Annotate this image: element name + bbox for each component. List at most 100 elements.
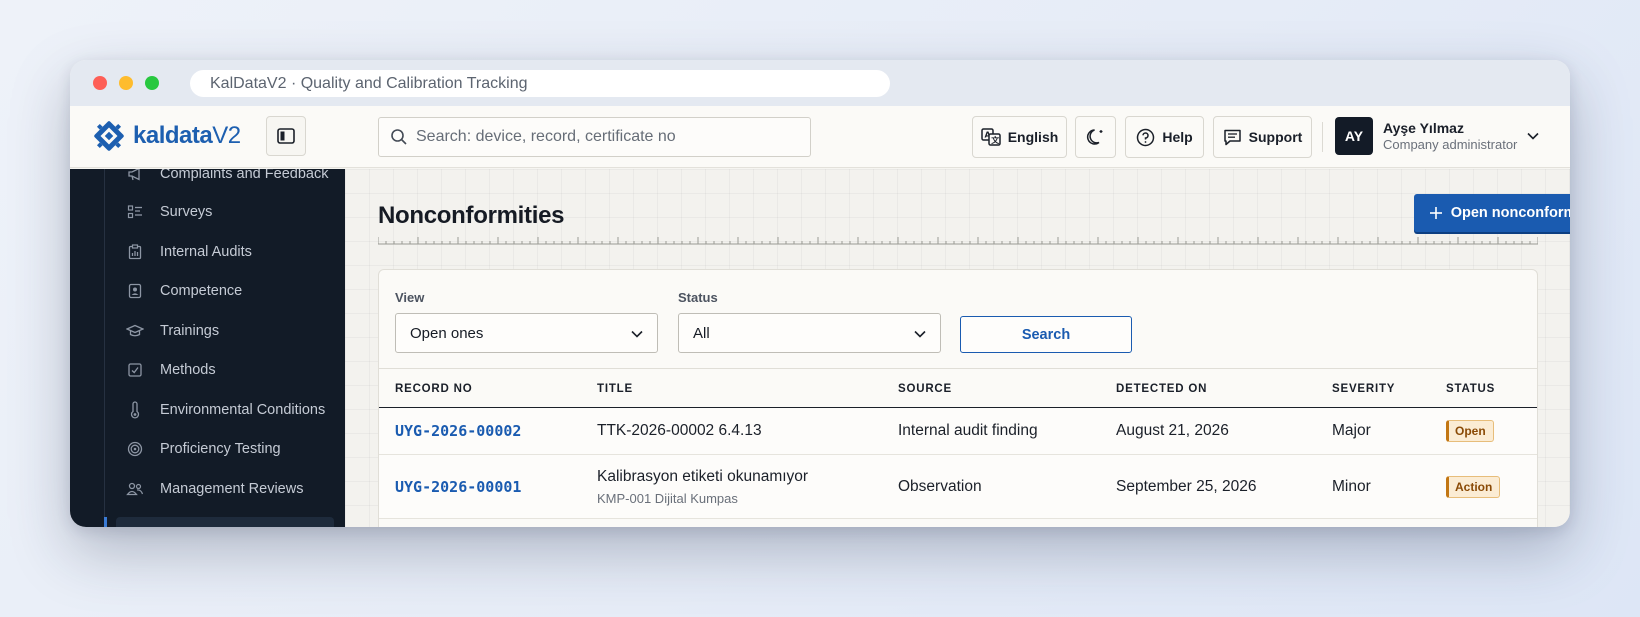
window-titlebar: KalDataV2 · Quality and Calibration Trac…: [70, 60, 1570, 106]
status-select-value: All: [693, 324, 710, 342]
language-label: English: [1007, 129, 1059, 145]
page-title: Nonconformities: [378, 202, 565, 229]
search-input[interactable]: [416, 128, 796, 146]
record-no-link[interactable]: UYG-2026-00001: [395, 478, 521, 496]
megaphone-icon: [125, 169, 145, 182]
status-filter-label: Status: [678, 290, 718, 305]
view-filter-label: View: [395, 290, 425, 305]
id-badge-icon: [125, 283, 145, 299]
support-label: Support: [1248, 129, 1303, 145]
table-header: RECORD NO TITLE SOURCE DETECTED ON SEVER…: [379, 368, 1537, 408]
sidebar-item-label: Management Reviews: [160, 481, 304, 497]
sidebar-toggle-button[interactable]: [266, 116, 306, 156]
sidebar-item-label: Internal Audits: [160, 244, 252, 260]
table-row[interactable]: UYG-2026-00002 TTK-2026-00002 6.4.13 Int…: [379, 408, 1537, 455]
chevron-down-icon: [914, 330, 926, 338]
column-header-source[interactable]: SOURCE: [898, 383, 952, 395]
minimize-window-button[interactable]: [119, 76, 133, 90]
column-header-severity[interactable]: SEVERITY: [1332, 383, 1395, 395]
thermometer-icon: [125, 401, 145, 419]
sidebar-item-label: Environmental Conditions: [160, 402, 326, 418]
language-button[interactable]: A 文 English: [972, 116, 1067, 158]
checklist-icon: [125, 204, 145, 220]
address-bar[interactable]: KalDataV2 · Quality and Calibration Trac…: [190, 70, 890, 97]
logo-wordmark: kaldata: [133, 122, 213, 149]
column-header-detected-on[interactable]: DETECTED ON: [1116, 383, 1207, 395]
target-icon: [125, 441, 145, 457]
moon-icon: [1086, 129, 1102, 145]
close-window-button[interactable]: [93, 76, 107, 90]
graduation-cap-icon: [125, 323, 145, 339]
avatar[interactable]: AY: [1335, 117, 1373, 155]
search-icon: [391, 129, 407, 145]
chevron-down-icon[interactable]: [1525, 128, 1541, 144]
sidebar-item-trainings[interactable]: Trainings: [115, 314, 335, 348]
sidebar-item-management-reviews[interactable]: Management Reviews: [115, 472, 335, 506]
plus-icon: [1429, 207, 1442, 219]
header-divider: [1322, 122, 1323, 152]
sidebar-item-complaints[interactable]: Complaints and Feedback: [115, 169, 335, 191]
status-badge: Open: [1446, 420, 1494, 442]
sidebar-item-label: Surveys: [160, 204, 213, 220]
global-search[interactable]: [378, 117, 811, 157]
theme-toggle-button[interactable]: [1075, 116, 1116, 158]
sidebar-item-label: Methods: [160, 362, 216, 378]
svg-text:文: 文: [991, 135, 1000, 145]
users-icon: [125, 481, 145, 497]
sidebar-item-competence[interactable]: Competence: [115, 274, 335, 308]
record-source: Observation: [898, 478, 982, 495]
records-card: View Open ones Status All Search RECORD …: [378, 269, 1538, 527]
open-nonconformity-button[interactable]: Open nonconformity: [1414, 194, 1570, 232]
help-label: Help: [1162, 129, 1193, 145]
sidebar-item-surveys[interactable]: Surveys: [115, 195, 335, 229]
clipboard-chart-icon: [125, 244, 145, 260]
sidebar-item-label: Trainings: [160, 323, 220, 339]
logo-icon: [94, 121, 124, 151]
sidebar-item-active[interactable]: [116, 517, 334, 527]
help-circle-icon: [1137, 128, 1155, 146]
record-detected-on: August 21, 2026: [1116, 422, 1229, 439]
user-name[interactable]: Ayşe Yılmaz: [1383, 120, 1464, 136]
column-header-title[interactable]: TITLE: [597, 383, 633, 395]
record-detected-on: September 25, 2026: [1116, 478, 1257, 495]
chat-icon: [1223, 129, 1241, 145]
sidebar-item-proficiency-testing[interactable]: Proficiency Testing: [115, 432, 335, 466]
translate-icon: A 文: [980, 128, 1001, 146]
status-select[interactable]: All: [678, 313, 941, 353]
column-header-record-no[interactable]: RECORD NO: [395, 383, 472, 395]
support-button[interactable]: Support: [1213, 116, 1312, 158]
status-badge: Action: [1446, 476, 1501, 498]
main-content: Nonconformities Open nonconformity View …: [345, 169, 1570, 527]
sidebar-item-label: Complaints and Feedback: [160, 169, 329, 182]
sidebar-item-environmental-conditions[interactable]: Environmental Conditions: [115, 393, 335, 427]
table-row[interactable]: UYG-2026-00001 Kalibrasyon etiketi okuna…: [379, 455, 1537, 519]
view-select-value: Open ones: [410, 324, 484, 342]
logo[interactable]: kaldataV2: [91, 118, 241, 154]
search-button[interactable]: Search: [960, 316, 1132, 353]
record-title: TTK-2026-00002 6.4.13: [597, 422, 762, 439]
help-button[interactable]: Help: [1125, 116, 1204, 158]
maximize-window-button[interactable]: [145, 76, 159, 90]
app-window: KalDataV2 · Quality and Calibration Trac…: [70, 60, 1570, 527]
view-select[interactable]: Open ones: [395, 313, 658, 353]
record-severity: Major: [1332, 422, 1371, 439]
logo-version: V2: [212, 122, 241, 149]
sidebar-rail: [104, 169, 105, 527]
sidebar-item-label: Proficiency Testing: [160, 441, 281, 457]
record-severity: Minor: [1332, 478, 1371, 495]
sidebar-item-label: Competence: [160, 283, 243, 299]
app-header: kaldataV2 A 文 English: [70, 106, 1570, 168]
check-square-icon: [125, 362, 145, 378]
logo-text: kaldataV2: [133, 122, 241, 150]
title-ruler: [378, 237, 1538, 245]
record-no-link[interactable]: UYG-2026-00002: [395, 422, 521, 440]
column-header-status[interactable]: STATUS: [1446, 383, 1495, 395]
open-nonconformity-label: Open nonconformity: [1450, 205, 1570, 221]
sidebar-item-internal-audits[interactable]: Internal Audits: [115, 235, 335, 269]
sidebar-toggle-icon: [277, 128, 295, 144]
record-source: Internal audit finding: [898, 422, 1038, 439]
user-role: Company administrator: [1383, 137, 1518, 152]
chevron-down-icon: [631, 330, 643, 338]
sidebar-item-methods[interactable]: Methods: [115, 353, 335, 387]
sidebar: Complaints and Feedback Surveys Internal…: [70, 169, 345, 527]
